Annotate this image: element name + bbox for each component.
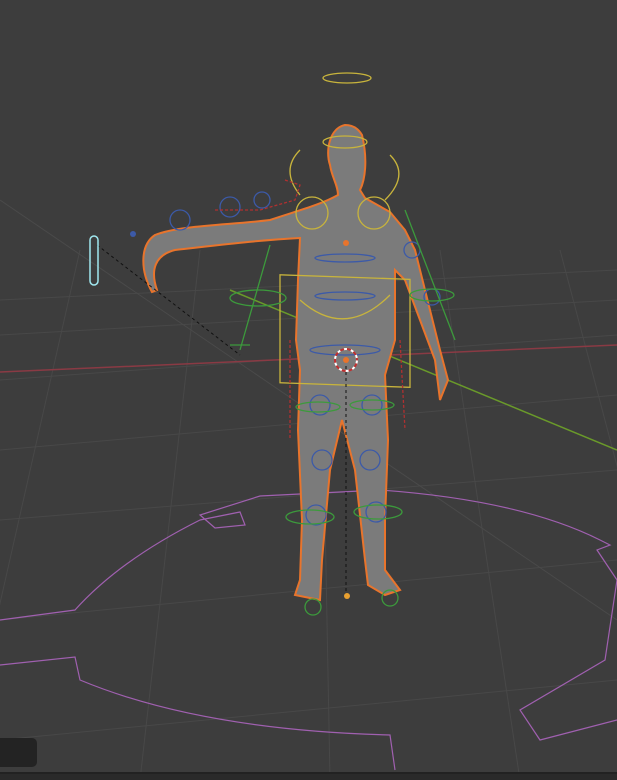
root-dot [344, 593, 350, 599]
pole-target-control[interactable] [130, 231, 136, 237]
ik-pole-line [96, 244, 241, 356]
bone-head-dot [343, 240, 349, 246]
ik-target-control[interactable] [89, 235, 99, 286]
viewport-bottom-edge [0, 772, 617, 780]
last-operator-panel-collapsed[interactable] [0, 738, 37, 767]
viewport-scene[interactable] [0, 0, 617, 780]
3d-viewport[interactable] [0, 0, 617, 780]
